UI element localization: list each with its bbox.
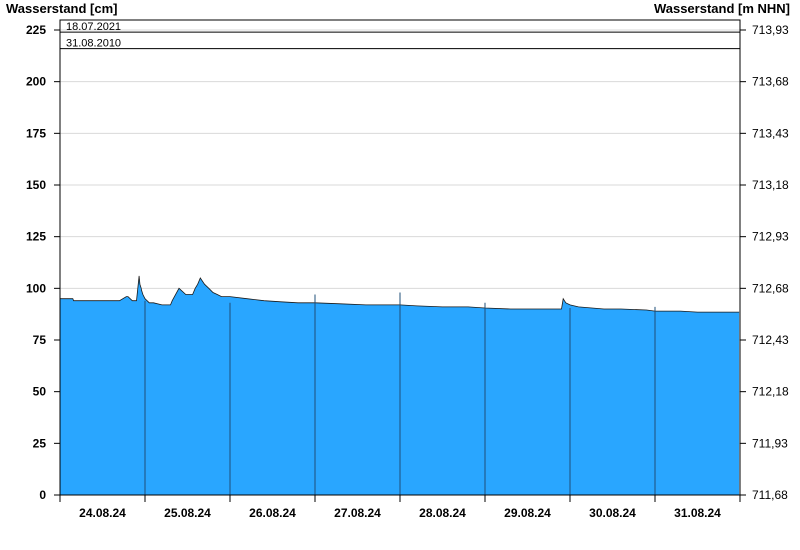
y-tick-label-left: 50 — [33, 385, 47, 399]
y-tick-label-right: 712,68 — [752, 281, 789, 295]
y-tick-label-left: 175 — [26, 126, 46, 140]
y-tick-label-left: 100 — [26, 281, 46, 295]
x-tick-label: 31.08.24 — [674, 506, 721, 520]
y-tick-label-right: 713,43 — [752, 126, 789, 140]
y-tick-label-right: 711,93 — [752, 436, 788, 450]
y-tick-label-right: 711,68 — [752, 488, 788, 502]
y-tick-label-right: 713,18 — [752, 178, 789, 192]
x-axis: 24.08.24 25.08.24 26.08.24 27.08.24 28.08.24… — [59, 495, 741, 520]
x-tick-label: 24.08.24 — [79, 506, 126, 520]
y-tick-label-left: 75 — [33, 333, 47, 347]
reference-line-label: 31.08.2010 — [66, 38, 121, 50]
x-tick-label: 26.08.24 — [249, 506, 296, 520]
x-tick-label: 28.08.24 — [419, 506, 466, 520]
y-tick-label-right: 712,93 — [752, 230, 789, 244]
y-tick-label-left: 150 — [26, 178, 46, 192]
right-axis-title: Wasserstand [m NHN] — [654, 1, 790, 16]
water-level-chart: Wasserstand [cm] Wasserstand [m NHN] 18.… — [6, 1, 790, 520]
y-tick-label-left: 200 — [26, 75, 46, 89]
y-tick-label-right: 712,43 — [752, 333, 789, 347]
right-y-axis: 711,68 711,93 712,18 712,43 712,68 712,93 713,… — [740, 23, 789, 502]
left-y-axis: 0 25 50 75 100 125 150 175 200 225 — [26, 23, 60, 502]
x-tick-label: 29.08.24 — [504, 506, 551, 520]
x-tick-label: 27.08.24 — [334, 506, 381, 520]
x-tick-label: 30.08.24 — [589, 506, 636, 520]
y-tick-label-left: 225 — [26, 23, 46, 37]
y-tick-label-left: 0 — [39, 488, 46, 502]
y-tick-label-left: 125 — [26, 230, 46, 244]
x-tick-label: 25.08.24 — [164, 506, 211, 520]
reference-lines: 18.07.2021 31.08.2010 — [60, 21, 740, 50]
y-tick-label-right: 712,18 — [752, 385, 789, 399]
y-tick-label-right: 713,68 — [752, 75, 789, 89]
y-tick-label-right: 713,93 — [752, 23, 789, 37]
left-axis-title: Wasserstand [cm] — [6, 1, 118, 16]
y-tick-label-left: 25 — [33, 436, 47, 450]
reference-line-label: 18.07.2021 — [66, 21, 121, 33]
